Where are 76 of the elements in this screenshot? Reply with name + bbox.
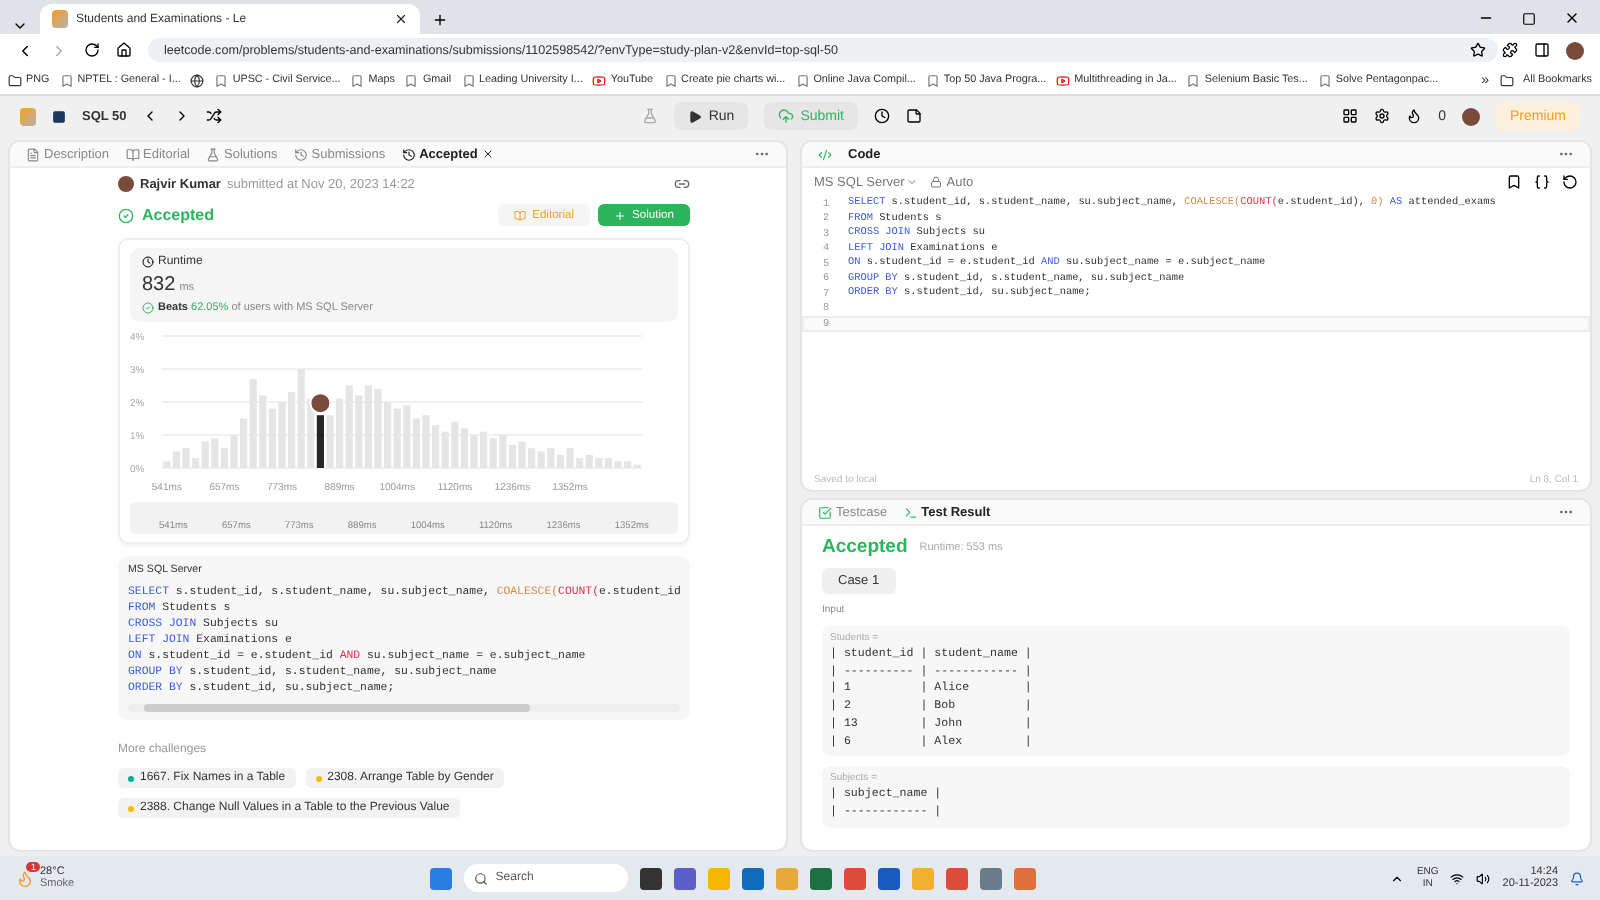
bookmark-icon <box>59 73 74 87</box>
code-icon <box>818 147 832 161</box>
study-plan-icon <box>52 109 66 123</box>
user-avatar <box>309 392 332 415</box>
taskbar-app-icon[interactable] <box>877 867 900 889</box>
history-icon <box>293 147 308 161</box>
close-icon[interactable] <box>1564 10 1580 26</box>
volume-icon[interactable] <box>1476 871 1491 885</box>
play-icon <box>688 109 703 123</box>
taskbar-app-icon[interactable] <box>673 867 696 889</box>
profile-avatar[interactable] <box>1566 41 1584 59</box>
document-icon <box>26 147 40 161</box>
status-text: Accepted <box>142 206 215 224</box>
taskbar-app-icon[interactable] <box>639 867 662 889</box>
notes-icon[interactable] <box>906 108 922 124</box>
bookmark-icon <box>214 73 229 87</box>
chevron-up-icon[interactable] <box>1390 871 1405 885</box>
bookmark-icon <box>350 73 365 87</box>
checkbox-icon <box>818 505 832 519</box>
play-icon <box>1056 73 1071 87</box>
search-icon <box>473 871 488 885</box>
close-icon[interactable] <box>394 12 408 26</box>
extension-icon[interactable] <box>1502 42 1518 58</box>
bookmark-icon <box>1317 73 1332 87</box>
plus-icon <box>614 209 627 221</box>
beats-icon <box>142 302 154 314</box>
format-icon[interactable] <box>1534 174 1550 190</box>
globe-icon <box>190 73 205 87</box>
site-logo-icon <box>52 10 68 28</box>
reset-icon[interactable] <box>1562 174 1578 190</box>
book-icon <box>125 147 140 161</box>
flask-icon <box>206 147 220 161</box>
clock-icon <box>142 256 154 268</box>
bookmark-icon <box>795 73 810 87</box>
star-icon[interactable] <box>1470 42 1486 58</box>
wifi-icon[interactable] <box>1450 871 1465 885</box>
chevron-down-icon <box>906 176 919 188</box>
home-icon[interactable] <box>116 42 132 58</box>
play-icon <box>592 73 607 87</box>
close-icon[interactable] <box>481 148 494 160</box>
maximize-icon[interactable] <box>1522 11 1536 25</box>
upload-icon <box>778 108 795 124</box>
side-panel-icon[interactable] <box>1534 42 1550 58</box>
folder-icon <box>8 73 22 87</box>
book-icon <box>514 209 527 221</box>
bookmark-icon[interactable] <box>1506 174 1522 190</box>
runtime-value: 832 <box>142 274 176 296</box>
tab-list-icon[interactable] <box>12 18 28 34</box>
settings-icon[interactable] <box>1374 108 1391 124</box>
horizontal-scrollbar[interactable] <box>128 704 680 712</box>
taskbar-app-icon[interactable] <box>809 867 832 889</box>
bookmark-icon <box>925 73 940 87</box>
shuffle-icon[interactable] <box>206 108 223 124</box>
bell-icon[interactable] <box>1570 871 1585 885</box>
new-tab-icon[interactable] <box>432 12 448 28</box>
terminal-icon <box>903 505 918 519</box>
link-icon[interactable] <box>674 176 690 192</box>
bookmark-icon <box>404 73 419 87</box>
flame-icon <box>1406 108 1423 124</box>
history-icon <box>401 147 416 161</box>
bookmark-icon <box>1186 73 1201 87</box>
bookmark-icon <box>461 73 476 87</box>
taskbar-app-icon[interactable] <box>741 867 764 889</box>
profile-avatar[interactable] <box>1461 107 1480 125</box>
author-avatar <box>118 176 134 192</box>
layout-icon[interactable] <box>1342 108 1359 124</box>
check-circle-icon <box>118 207 134 223</box>
lock-icon <box>930 176 943 188</box>
start-icon[interactable] <box>429 867 452 889</box>
reload-icon[interactable] <box>84 42 100 58</box>
timer-icon[interactable] <box>874 108 890 124</box>
back-icon[interactable] <box>16 41 34 59</box>
bookmark-icon <box>663 73 678 87</box>
folder-icon <box>1499 73 1514 87</box>
result-status: Accepted <box>822 536 908 558</box>
bookmark[interactable] <box>190 73 205 87</box>
